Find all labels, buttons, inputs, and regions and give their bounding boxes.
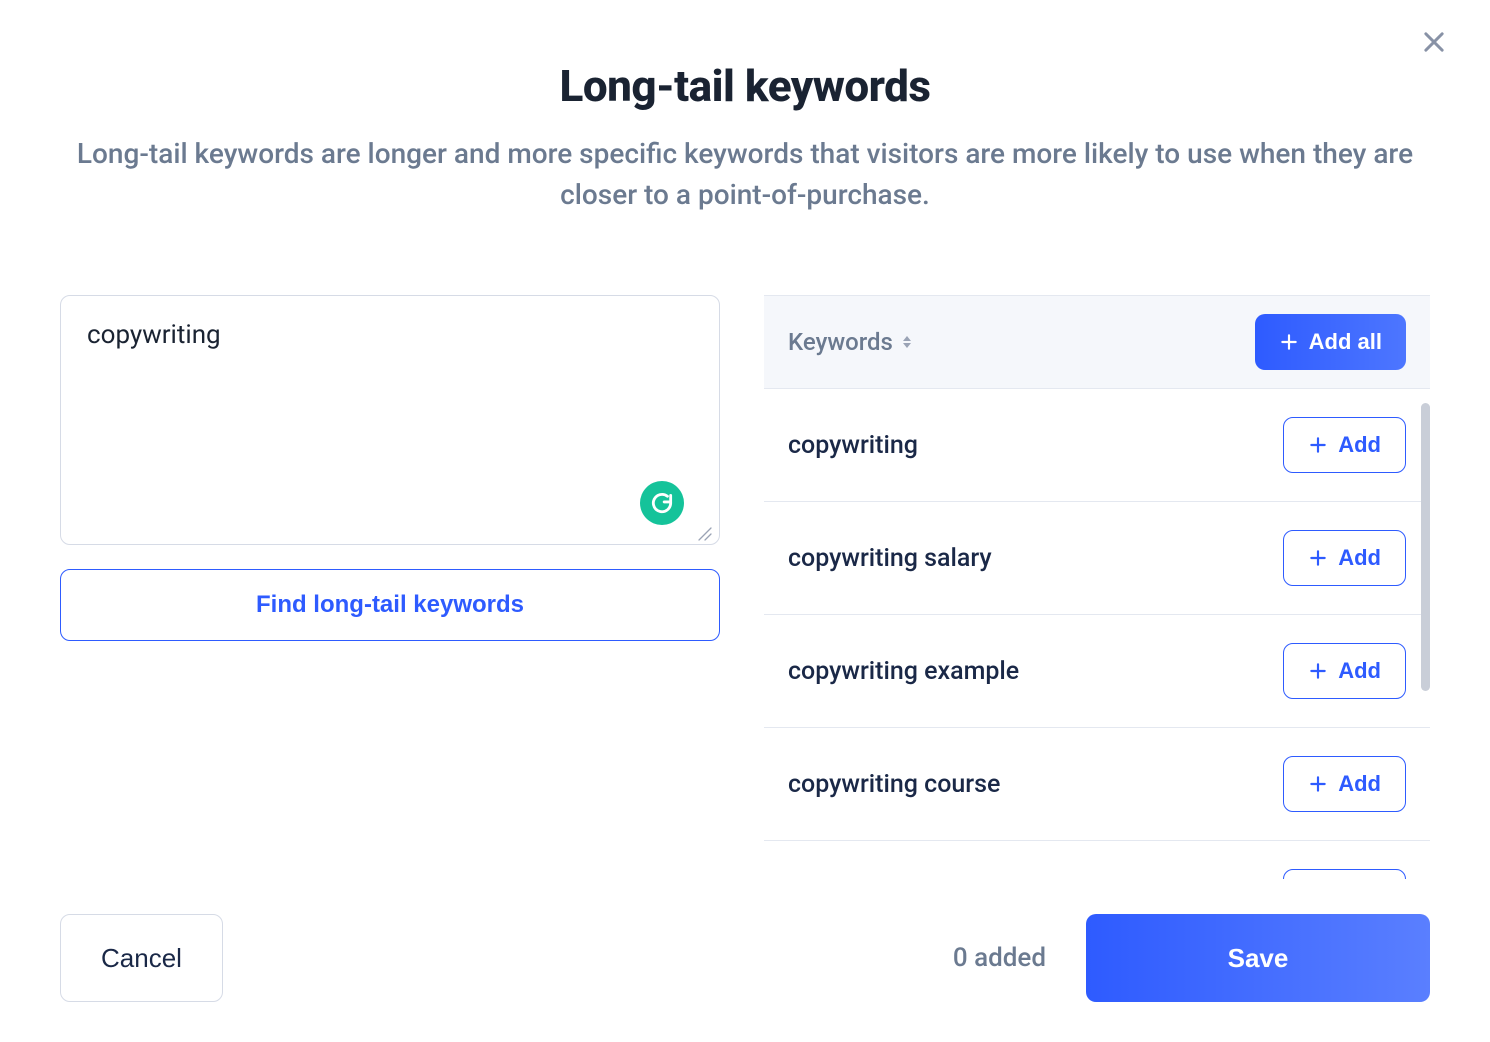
add-label: Add	[1338, 545, 1381, 571]
add-keyword-button[interactable]: Add	[1283, 530, 1406, 586]
plus-icon	[1308, 661, 1328, 681]
keyword-row: copywriting course Add	[764, 728, 1430, 841]
add-keyword-button[interactable]: Add	[1283, 643, 1406, 699]
save-button[interactable]: Save	[1086, 914, 1430, 1002]
plus-icon	[1308, 774, 1328, 794]
keyword-row: copywriting booksAdd	[764, 841, 1430, 879]
keyword-row: copywriting example Add	[764, 615, 1430, 728]
plus-icon	[1279, 332, 1299, 352]
modal-title: Long-tail keywords	[60, 60, 1430, 112]
cancel-button[interactable]: Cancel	[60, 914, 223, 1002]
keywords-header: Keywords Add all	[764, 296, 1430, 389]
add-label: Add	[1338, 771, 1381, 797]
find-keywords-button[interactable]: Find long-tail keywords	[60, 569, 720, 641]
plus-icon	[1308, 548, 1328, 568]
keyword-text: copywriting	[788, 431, 918, 460]
plus-icon	[1308, 435, 1328, 455]
add-keyword-button[interactable]: Add	[1283, 756, 1406, 812]
keyword-input[interactable]	[60, 295, 720, 545]
add-all-label: Add all	[1309, 329, 1382, 355]
keywords-column-header[interactable]: Keywords	[788, 328, 913, 356]
sort-icon	[901, 334, 913, 350]
add-all-button[interactable]: Add all	[1255, 314, 1406, 370]
add-label: Add	[1338, 658, 1381, 684]
modal-subtitle: Long-tail keywords are longer and more s…	[75, 134, 1415, 215]
keyword-row: copywriting Add	[764, 389, 1430, 502]
keyword-text: copywriting course	[788, 770, 1000, 799]
add-keyword-button[interactable]: Add	[1283, 417, 1406, 473]
keywords-header-text: Keywords	[788, 328, 893, 356]
grammarly-icon	[640, 481, 684, 525]
keyword-text: copywriting salary	[788, 544, 992, 573]
scrollbar-thumb[interactable]	[1421, 403, 1430, 691]
add-keyword-button[interactable]: Add	[1283, 869, 1406, 879]
added-count: 0 added	[953, 943, 1046, 973]
add-label: Add	[1338, 432, 1381, 458]
close-icon	[1420, 28, 1448, 56]
keyword-row: copywriting salary Add	[764, 502, 1430, 615]
close-button[interactable]	[1420, 28, 1448, 60]
keyword-text: copywriting example	[788, 657, 1019, 686]
